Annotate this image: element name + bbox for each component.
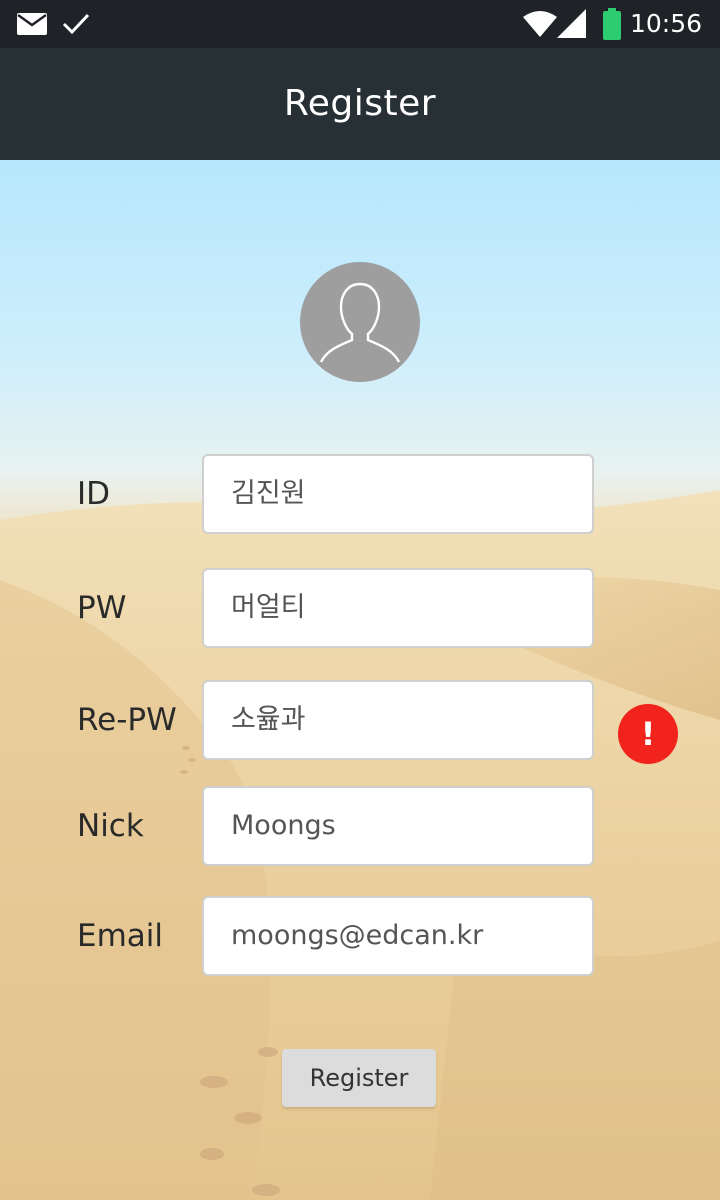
repw-row: Re-PW 소윮과 ! (0, 680, 720, 764)
register-content: ID 김진원 PW 머얼티 Re-PW 소윮과 ! Nick Moongs Em… (0, 160, 720, 1200)
nick-label: Nick (77, 808, 144, 844)
page-title: Register (283, 83, 437, 124)
email-row: Email moongs@edcan.kr (0, 896, 720, 976)
mail-icon (16, 0, 48, 48)
repw-error-icon[interactable]: ! (618, 704, 678, 764)
battery-icon (603, 0, 621, 48)
email-label: Email (77, 918, 164, 954)
register-button[interactable]: Register (282, 1049, 436, 1107)
nick-row: Nick Moongs (0, 786, 720, 866)
user-avatar-icon (319, 282, 401, 363)
id-input[interactable]: 김진원 (202, 454, 594, 534)
id-row: ID 김진원 (0, 454, 720, 534)
repw-label: Re-PW (77, 702, 177, 738)
check-icon (62, 0, 90, 48)
nick-input[interactable]: Moongs (202, 786, 594, 866)
repw-input[interactable]: 소윮과 (202, 680, 594, 760)
status-time: 10:56 (629, 9, 702, 38)
email-input[interactable]: moongs@edcan.kr (202, 896, 594, 976)
pw-label: PW (77, 590, 127, 626)
signal-icon (556, 0, 588, 48)
id-label: ID (77, 476, 111, 512)
pw-row: PW 머얼티 (0, 568, 720, 648)
app-bar: Register (0, 48, 720, 160)
profile-avatar[interactable] (300, 262, 420, 382)
pw-input[interactable]: 머얼티 (202, 568, 594, 648)
wifi-icon (522, 0, 558, 48)
status-bar: 10:56 (0, 0, 720, 48)
